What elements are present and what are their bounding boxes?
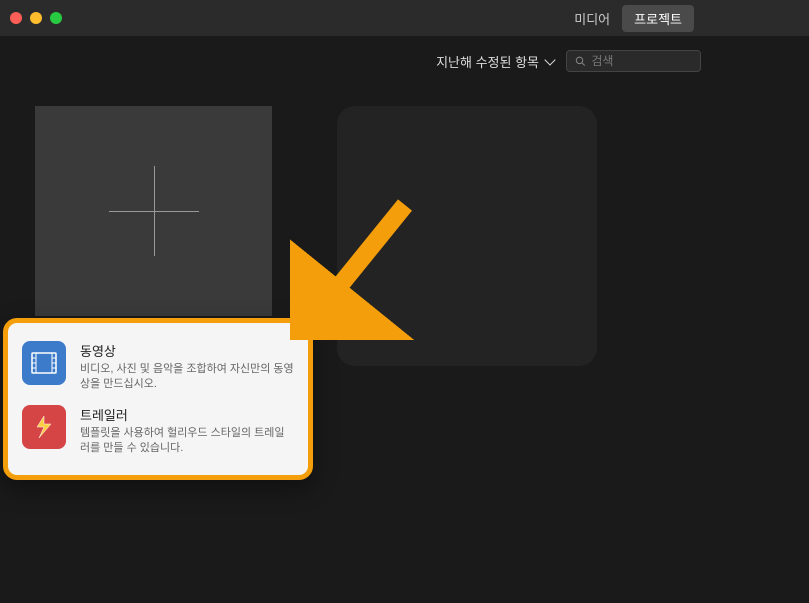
create-movie-option[interactable]: 동영상 비디오, 사진 및 음악을 조합하여 자신만의 동영상을 만드십시오. <box>22 335 294 399</box>
create-popover: 동영상 비디오, 사진 및 음악을 조합하여 자신만의 동영상을 만드십시오. … <box>3 318 313 480</box>
filter-dropdown[interactable]: 지난해 수정된 항목 <box>436 52 554 71</box>
project-tile-placeholder[interactable] <box>337 106 597 366</box>
minimize-window-button[interactable] <box>30 12 42 24</box>
tab-media[interactable]: 미디어 <box>562 5 622 32</box>
create-trailer-option[interactable]: 트레일러 템플릿을 사용하여 헐리우드 스타일의 트레일러를 만들 수 있습니다… <box>22 399 294 463</box>
movie-option-text: 동영상 비디오, 사진 및 음악을 조합하여 자신만의 동영상을 만드십시오. <box>80 341 294 393</box>
title-bar: 미디어 프로젝트 <box>0 0 809 36</box>
nav-tabs: 미디어 프로젝트 <box>562 5 694 32</box>
trailer-option-text: 트레일러 템플릿을 사용하여 헐리우드 스타일의 트레일러를 만들 수 있습니다… <box>80 405 294 457</box>
chevron-updown-icon <box>544 54 555 65</box>
movie-icon <box>22 341 66 385</box>
trailer-option-desc: 템플릿을 사용하여 헐리우드 스타일의 트레일러를 만들 수 있습니다. <box>80 426 294 457</box>
tab-projects[interactable]: 프로젝트 <box>622 5 694 32</box>
search-input[interactable] <box>591 54 692 68</box>
maximize-window-button[interactable] <box>50 12 62 24</box>
trailer-option-title: 트레일러 <box>80 405 294 424</box>
filter-label-text: 지난해 수정된 항목 <box>436 52 539 71</box>
create-new-tile[interactable] <box>35 106 272 316</box>
plus-icon <box>109 166 199 256</box>
window-controls <box>10 12 62 24</box>
search-icon <box>575 55 585 67</box>
trailer-icon <box>22 405 66 449</box>
movie-option-title: 동영상 <box>80 341 294 360</box>
close-window-button[interactable] <box>10 12 22 24</box>
movie-option-desc: 비디오, 사진 및 음악을 조합하여 자신만의 동영상을 만드십시오. <box>80 362 294 393</box>
search-box[interactable] <box>566 50 701 72</box>
toolbar: 지난해 수정된 항목 <box>0 36 809 86</box>
